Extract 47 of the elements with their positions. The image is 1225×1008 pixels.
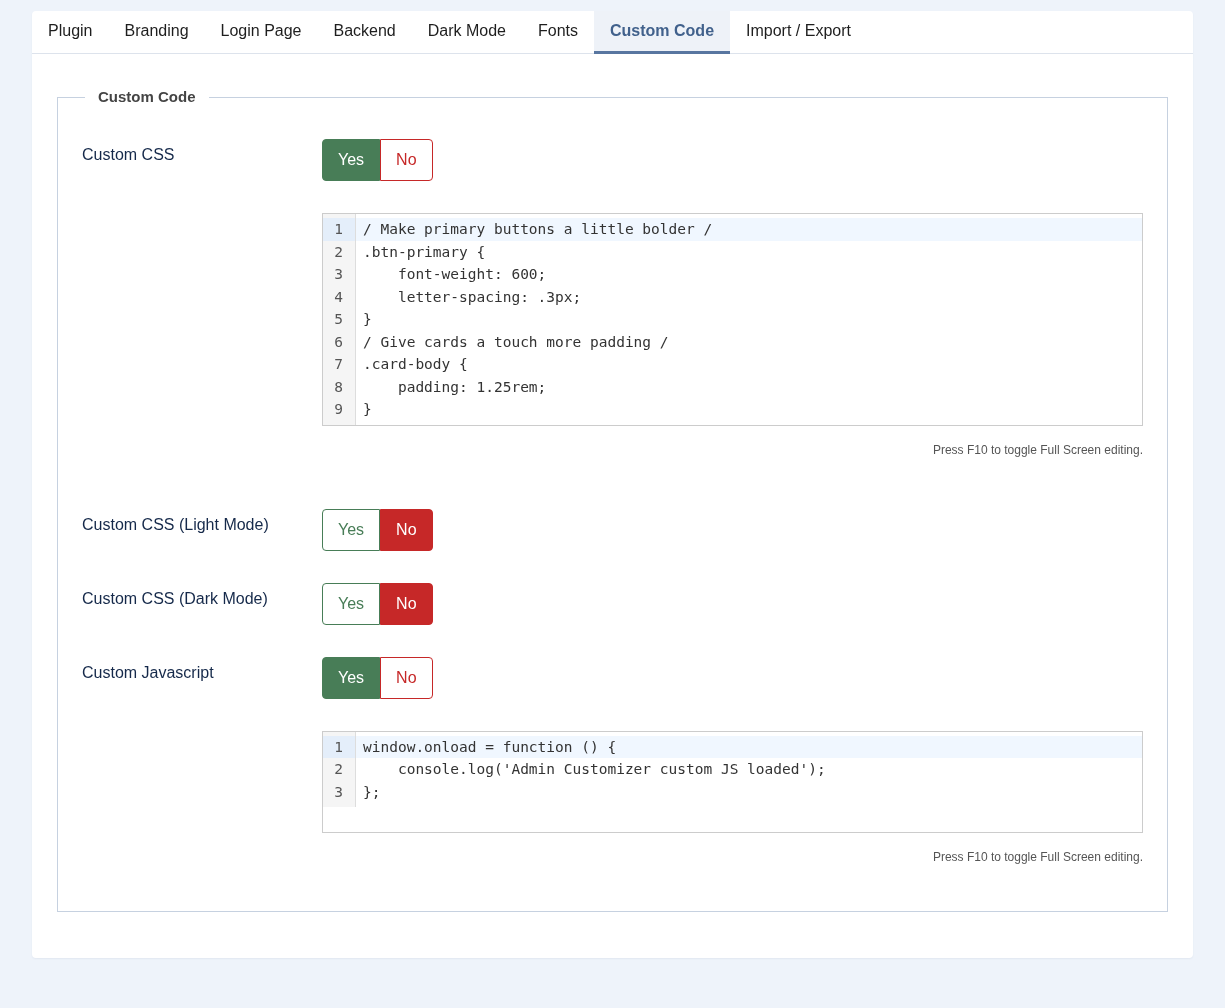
line-number: 1 — [323, 218, 355, 241]
toggle-button[interactable]: No — [380, 656, 433, 699]
tab[interactable]: Dark Mode — [411, 11, 522, 54]
editor-hint: Press F10 to toggle Full Screen editing. — [932, 441, 1143, 458]
code-line: padding: 1.25rem; — [396, 377, 548, 397]
toggle-button[interactable]: No — [380, 508, 433, 551]
toggle-button[interactable]: Yes — [322, 508, 381, 551]
code-line: letter-spacing: .3px; — [396, 287, 583, 307]
code-line: font-weight: 600; — [396, 265, 548, 284]
field-label: Custom CSS (Light Mode) — [82, 514, 269, 535]
line-number: 2 — [333, 242, 344, 262]
code-editor[interactable]: 1 2 3 4 5 6 7 8 9 / Make primary buttons a little bolder / .btn-primary { font-weight: 600; letter-spacing: .3px; } / Give cards a touch more padding / .card-body { padding: 1.25rem; } — [322, 213, 1143, 426]
field-label: Custom CSS — [82, 145, 175, 165]
code-line: } — [362, 400, 373, 419]
tab[interactable]: Plugin — [32, 11, 109, 54]
toggle-button[interactable]: No — [380, 582, 433, 625]
tab[interactable]: Branding — [108, 11, 205, 54]
code-line: } — [362, 310, 373, 329]
line-number: 3 — [333, 782, 344, 802]
toggle-button[interactable]: Yes — [322, 139, 381, 181]
code-line: }; — [362, 782, 382, 802]
tab[interactable]: Backend — [317, 11, 412, 54]
line-number: 7 — [333, 355, 344, 374]
code-line: .card-body { — [362, 355, 469, 374]
code-line: .btn-primary { — [362, 242, 487, 262]
line-number: 9 — [333, 400, 344, 419]
tab[interactable]: Login Page — [204, 11, 318, 54]
editor-hint: Press F10 to toggle Full Screen editing. — [932, 848, 1143, 865]
code-line: console.log('Admin Customizer custom JS loaded'); — [396, 760, 827, 779]
line-number: 2 — [333, 760, 344, 779]
tab[interactable]: Custom Code — [594, 11, 731, 54]
tab[interactable]: Fonts — [522, 11, 595, 54]
line-number: 5 — [333, 310, 344, 329]
tab[interactable]: Import / Export — [730, 11, 867, 54]
code-editor[interactable]: 1 2 3 window.onload = function () { console.log('Admin Customizer custom JS loaded'); }; — [322, 730, 1143, 833]
section-legend: Custom Code — [85, 87, 209, 107]
toggle-button[interactable]: Yes — [322, 582, 381, 625]
line-number: 8 — [333, 377, 344, 397]
toggle-button[interactable]: No — [380, 139, 433, 181]
line-number: 1 — [323, 735, 355, 758]
toggle-button[interactable]: Yes — [322, 656, 381, 699]
field-label: Custom Javascript — [82, 662, 214, 683]
line-number: 4 — [333, 287, 344, 307]
line-number: 6 — [333, 332, 344, 352]
code-line: / Give cards a touch more padding / — [362, 332, 670, 352]
field-label: Custom CSS (Dark Mode) — [82, 588, 268, 609]
line-number: 3 — [333, 265, 344, 284]
